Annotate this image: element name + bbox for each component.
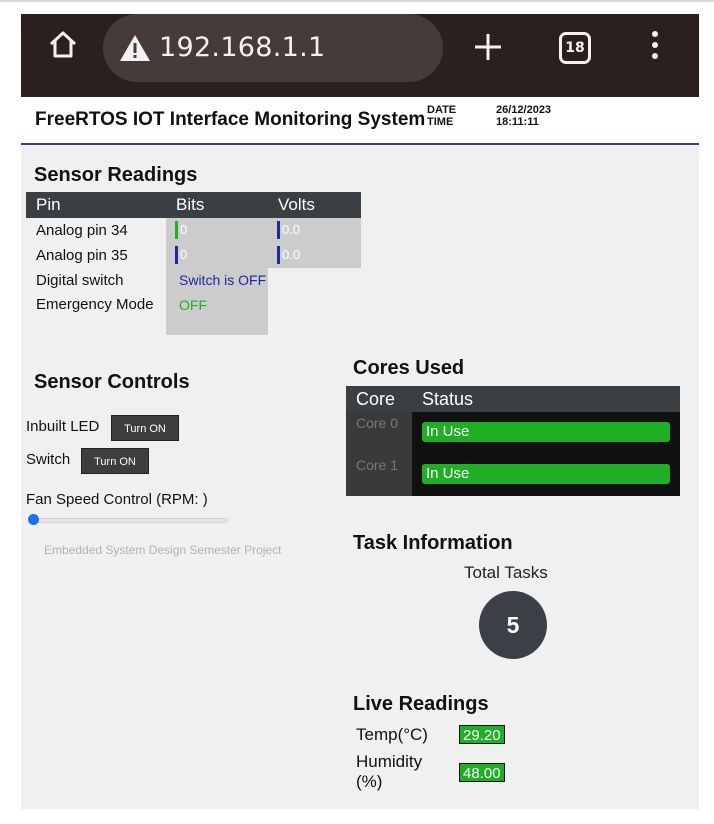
temp-value: 29.20 bbox=[459, 725, 505, 744]
humidity-value: 48.00 bbox=[459, 763, 505, 782]
temp-label: Temp(°C) bbox=[356, 725, 428, 744]
empty-cell bbox=[268, 293, 361, 335]
page-header: FreeRTOS IOT Interface Monitoring System… bbox=[21, 97, 699, 145]
column-header: Core bbox=[356, 389, 396, 409]
table-row: Digital switch Switch is OFF bbox=[26, 268, 361, 293]
cores-used-table: Core Status Core 0 In Use Core 1 In Use bbox=[346, 386, 680, 496]
core-status-bar: In Use bbox=[422, 422, 670, 442]
pin-label: Emergency Mode bbox=[36, 296, 154, 313]
pin-label: Analog pin 34 bbox=[36, 222, 128, 239]
top-border bbox=[0, 0, 714, 2]
table-row: Core 1 In Use bbox=[346, 454, 680, 496]
table-row: Analog pin 35 0 0.0 bbox=[26, 243, 361, 268]
date-value: 26/12/2023 bbox=[496, 104, 552, 116]
switch-label: Switch bbox=[26, 451, 71, 468]
live-readings-heading: Live Readings bbox=[353, 693, 489, 715]
core-status-cell: In Use bbox=[412, 454, 680, 496]
core-status-cell: In Use bbox=[412, 412, 680, 454]
total-tasks-badge: 5 bbox=[479, 591, 547, 659]
table-header: Pin Bits Volts bbox=[26, 192, 361, 218]
table-header: Core Status bbox=[346, 386, 680, 412]
emergency-status: OFF bbox=[166, 293, 268, 335]
total-tasks-label: Total Tasks bbox=[464, 563, 548, 582]
pin-label: Digital switch bbox=[36, 272, 124, 289]
led-turn-on-button[interactable]: Turn ON bbox=[111, 415, 179, 441]
volts-cell: 0.0 bbox=[268, 243, 361, 268]
core-name: Core 0 bbox=[346, 412, 412, 454]
table-row: Core 0 In Use bbox=[346, 412, 680, 454]
warning-icon[interactable] bbox=[119, 34, 151, 62]
time-value: 18:11:11 bbox=[496, 116, 539, 128]
footer-note: Embedded System Design Semester Project bbox=[44, 543, 282, 557]
switch-turn-on-button[interactable]: Turn ON bbox=[81, 448, 149, 474]
volts-value: 0.0 bbox=[282, 247, 301, 262]
sensor-readings-heading: Sensor Readings bbox=[34, 164, 198, 186]
column-header: Volts bbox=[278, 195, 315, 214]
address-bar[interactable]: 192.168.1.1 bbox=[103, 14, 443, 82]
table-row: Emergency Mode OFF bbox=[26, 293, 361, 335]
fan-speed-slider-thumb[interactable] bbox=[28, 514, 39, 525]
task-information-heading: Task Information bbox=[353, 532, 513, 554]
column-header: Pin bbox=[36, 195, 61, 214]
humidity-label: Humidity (%) bbox=[356, 752, 423, 791]
cores-used-heading: Cores Used bbox=[353, 357, 465, 379]
home-icon[interactable] bbox=[47, 28, 79, 60]
datetime-labels: DATE TIME bbox=[427, 104, 456, 128]
datetime-values: 26/12/2023 18:11:11 bbox=[496, 104, 551, 128]
bits-bar bbox=[175, 221, 178, 239]
more-menu-icon[interactable] bbox=[651, 31, 659, 65]
fan-speed-slider[interactable] bbox=[33, 518, 228, 523]
browser-toolbar: 192.168.1.1 18 bbox=[21, 14, 699, 97]
core-name: Core 1 bbox=[346, 454, 412, 496]
bits-value: 0 bbox=[180, 222, 188, 237]
date-label: DATE bbox=[427, 104, 457, 116]
page-content: FreeRTOS IOT Interface Monitoring System… bbox=[21, 97, 699, 809]
bits-cell: 0 bbox=[166, 243, 268, 268]
empty-cell bbox=[268, 268, 361, 293]
sensor-readings-table: Pin Bits Volts Analog pin 34 0 0.0 Analo… bbox=[26, 192, 361, 335]
bits-value: 0 bbox=[180, 247, 188, 262]
column-header: Bits bbox=[176, 195, 205, 214]
page-title: FreeRTOS IOT Interface Monitoring System bbox=[35, 109, 426, 130]
bits-cell: 0 bbox=[166, 218, 268, 243]
core-status-bar: In Use bbox=[422, 464, 670, 484]
volts-bar bbox=[277, 221, 280, 239]
new-tab-icon[interactable] bbox=[473, 32, 503, 62]
fan-speed-label: Fan Speed Control (RPM: ) bbox=[26, 491, 208, 508]
volts-value: 0.0 bbox=[282, 222, 301, 237]
time-label: TIME bbox=[427, 116, 454, 128]
led-label: Inbuilt LED bbox=[26, 418, 100, 435]
bits-bar bbox=[175, 246, 178, 264]
sensor-controls-heading: Sensor Controls bbox=[34, 371, 190, 393]
volts-cell: 0.0 bbox=[268, 218, 361, 243]
table-row: Analog pin 34 0 0.0 bbox=[26, 218, 361, 243]
pin-label: Analog pin 35 bbox=[36, 247, 128, 264]
column-header: Status bbox=[422, 389, 474, 409]
tab-count-icon[interactable]: 18 bbox=[559, 32, 591, 64]
url-text[interactable]: 192.168.1.1 bbox=[159, 32, 325, 63]
volts-bar bbox=[277, 246, 280, 264]
switch-status: Switch is OFF bbox=[166, 268, 268, 293]
